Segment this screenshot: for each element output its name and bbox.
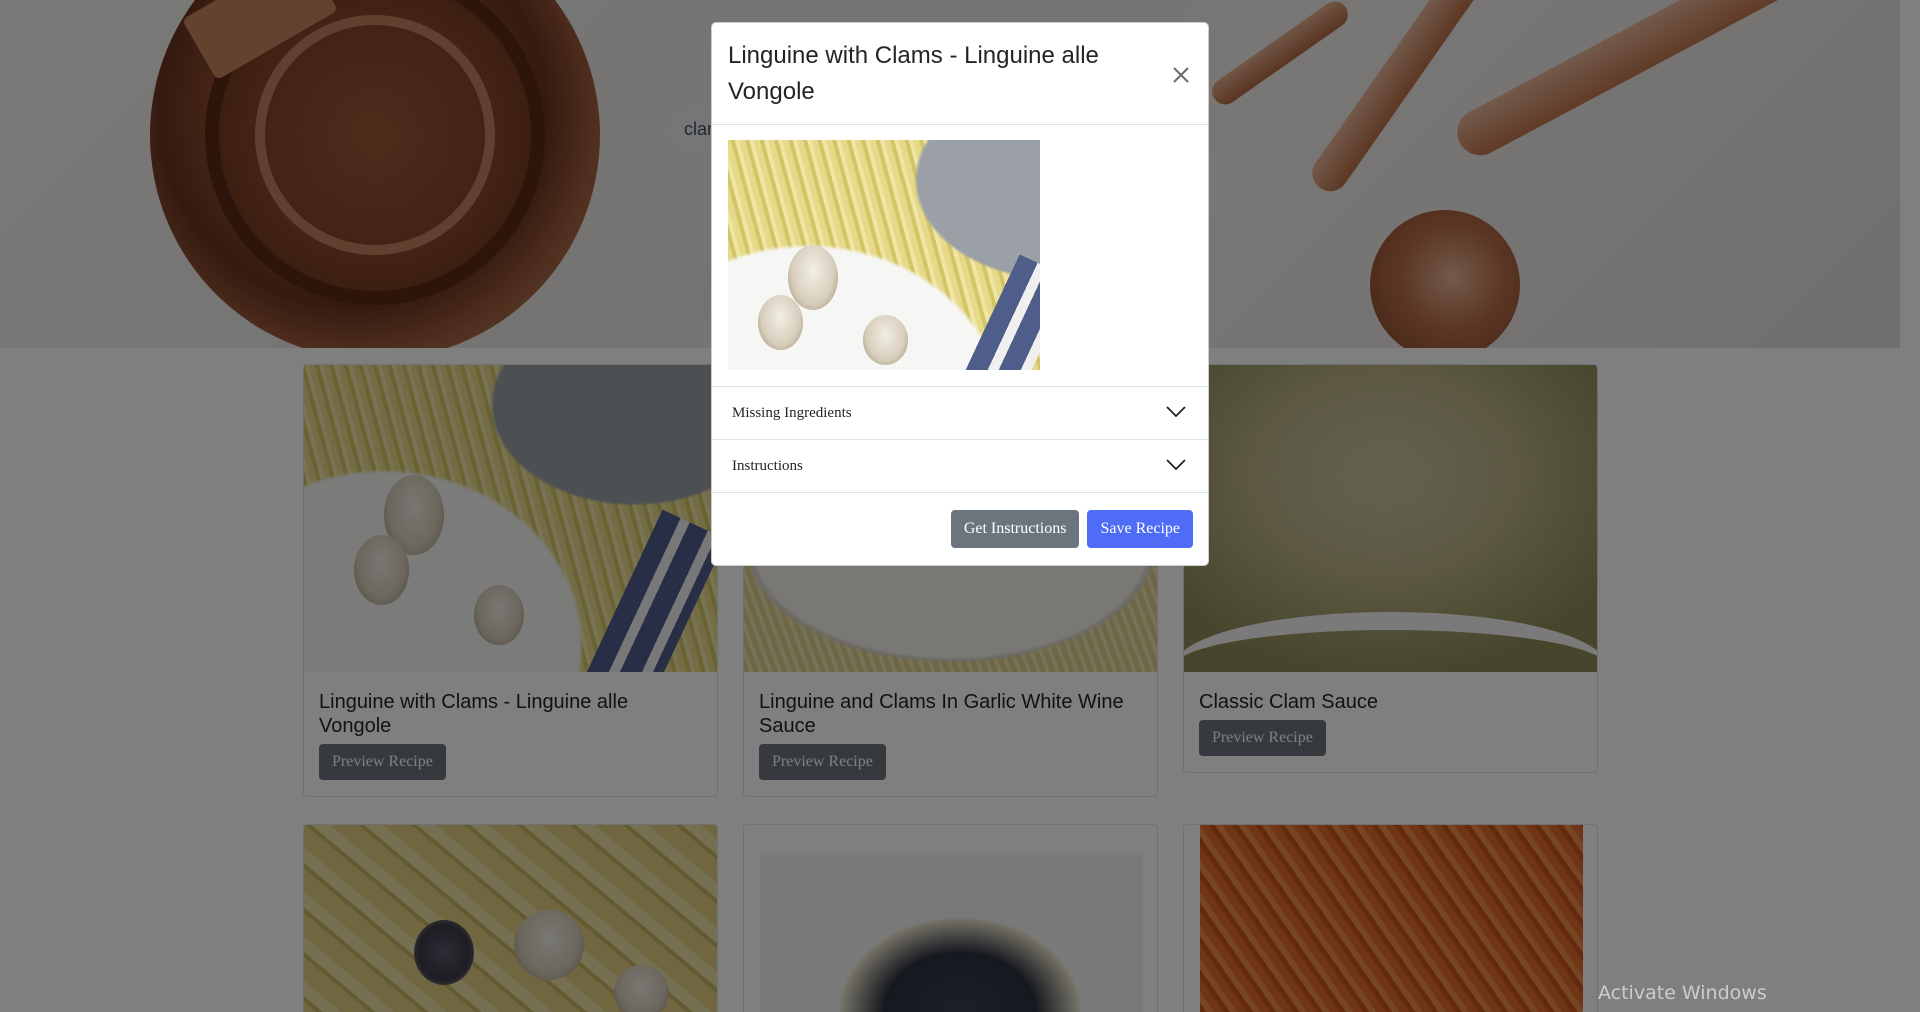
modal-title: Linguine with Clams - Linguine alle Vong… <box>728 42 1099 105</box>
recipe-image <box>728 140 1040 370</box>
chevron-down-icon <box>1166 406 1186 418</box>
accordion-label: Instructions <box>732 457 803 474</box>
modal-footer: Get Instructions Save Recipe <box>712 493 1208 565</box>
recipe-preview-modal: Linguine with Clams - Linguine alle Vong… <box>711 22 1209 566</box>
get-instructions-button[interactable]: Get Instructions <box>950 510 1080 548</box>
modal-header: Linguine with Clams - Linguine alle Vong… <box>712 23 1208 125</box>
activate-windows-watermark: Activate Windows <box>1598 982 1767 1004</box>
chevron-down-icon <box>1166 459 1186 471</box>
accordion-missing-ingredients[interactable]: Missing Ingredients <box>712 387 1208 440</box>
save-recipe-button[interactable]: Save Recipe <box>1087 510 1193 548</box>
accordion-instructions[interactable]: Instructions <box>712 440 1208 493</box>
close-icon <box>1173 66 1189 83</box>
accordion-label: Missing Ingredients <box>732 404 852 421</box>
modal-body <box>712 125 1208 387</box>
close-button[interactable] <box>1168 63 1194 89</box>
